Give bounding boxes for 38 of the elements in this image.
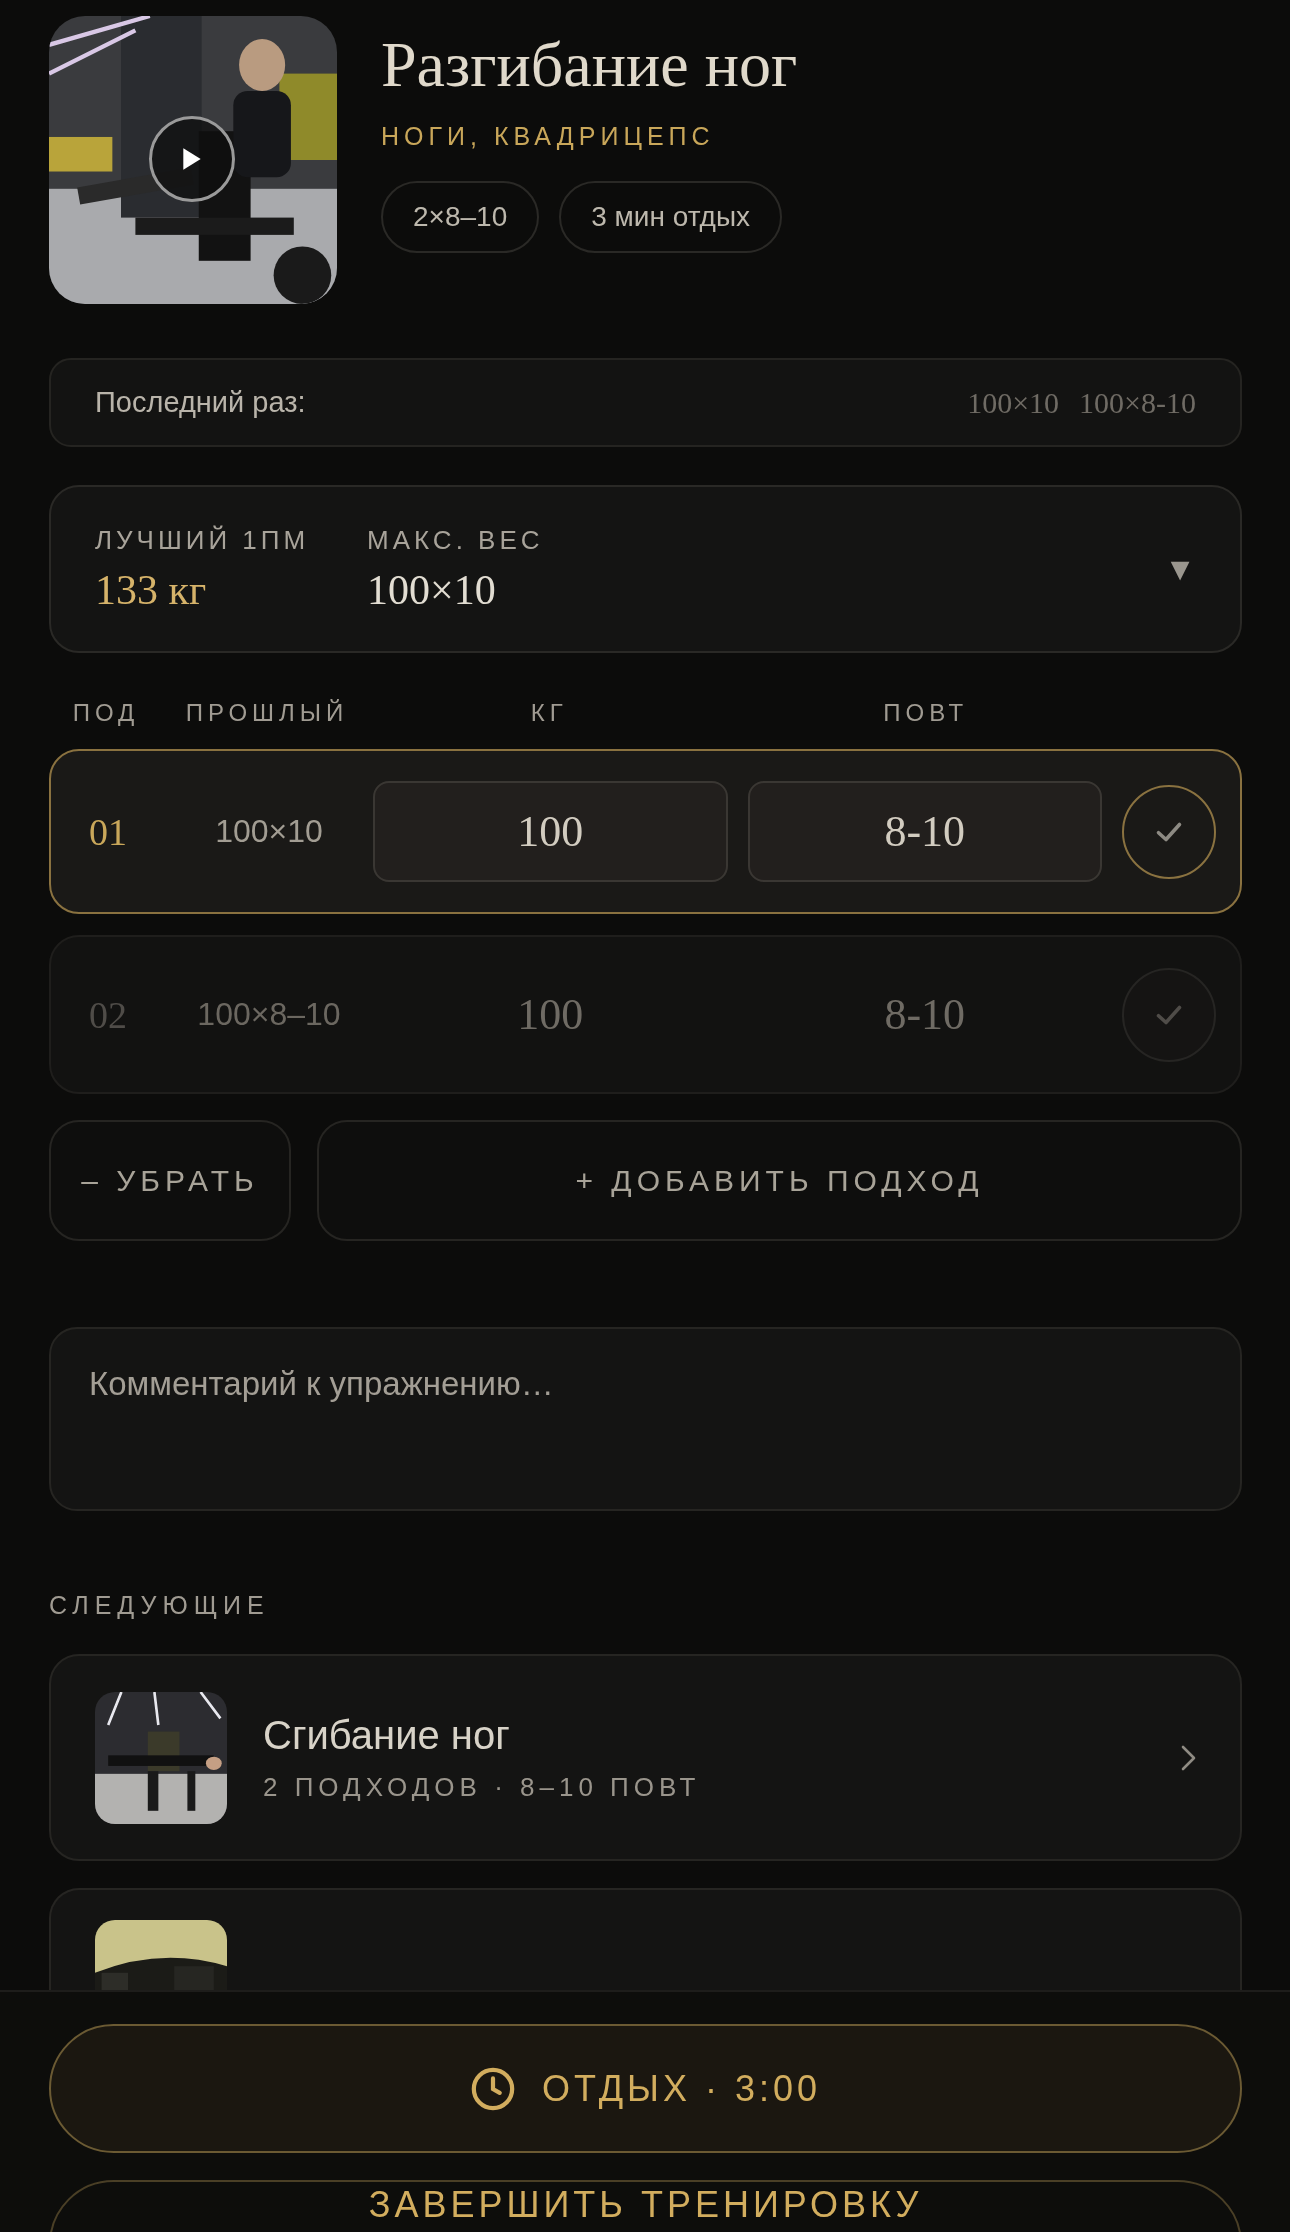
set-row[interactable]: 01 100×10 100 8-10 bbox=[49, 749, 1242, 914]
weight-field[interactable]: 100 bbox=[373, 781, 728, 882]
last-time-label: Последний раз: bbox=[95, 386, 306, 419]
next-exercise-card[interactable]: Сгибание ног 2 ПОДХОДОВ · 8–10 ПОВТ bbox=[49, 1654, 1242, 1861]
reps-value: 8-10 bbox=[883, 989, 967, 1040]
remove-set-button[interactable]: – УБРАТЬ bbox=[49, 1120, 291, 1241]
expand-toggle[interactable]: ▼ bbox=[1164, 550, 1196, 588]
finish-workout-button[interactable]: ЗАВЕРШИТЬ ТРЕНИРОВКУ bbox=[49, 2180, 1242, 2232]
exercise-title: Разгибание ног bbox=[381, 30, 798, 101]
add-set-button[interactable]: + ДОБАВИТЬ ПОДХОД bbox=[317, 1120, 1242, 1241]
next-exercise-card[interactable] bbox=[49, 1888, 1242, 1990]
previous-result: 100×10 bbox=[214, 813, 324, 850]
column-header: ПОД bbox=[71, 699, 141, 727]
stat-value: 100×10 bbox=[367, 565, 497, 614]
set-number: 02 bbox=[88, 992, 128, 1037]
clock-icon bbox=[469, 2065, 516, 2112]
muscle-groups: НОГИ, КВАДРИЦЕПС bbox=[381, 122, 798, 152]
reps-field[interactable]: 8-10 bbox=[747, 781, 1102, 882]
last-time-value: 100×10 bbox=[967, 385, 1060, 420]
set-number: 01 bbox=[88, 809, 128, 854]
column-header: КГ bbox=[529, 699, 569, 727]
set-row[interactable]: 02 100×8–10 100 8-10 bbox=[49, 935, 1242, 1094]
last-time-value: 100×8-10 bbox=[1079, 385, 1196, 420]
stat-label: МАКС. ВЕС bbox=[367, 524, 545, 556]
stat-value: 133 кг bbox=[95, 565, 208, 614]
chevron-right-icon bbox=[1181, 1744, 1196, 1771]
exercise-details: 2 ПОДХОДОВ · 8–10 ПОВТ bbox=[263, 1771, 702, 1803]
exercise-name: Сгибание ног bbox=[263, 1712, 511, 1758]
info-chip: 2×8–10 bbox=[381, 181, 540, 254]
column-header: ПОВТ bbox=[882, 699, 970, 727]
section-heading: СЛЕДУЮЩИЕ bbox=[49, 1591, 270, 1620]
info-chip: 3 мин отдых bbox=[559, 181, 783, 254]
previous-result: 100×8–10 bbox=[196, 996, 342, 1033]
rest-timer-button[interactable]: ОТДЫХ · 3:00 bbox=[49, 2024, 1242, 2153]
stat-label: ЛУЧШИЙ 1ПМ bbox=[95, 524, 311, 556]
column-header: ПРОШЛЫЙ bbox=[184, 699, 350, 727]
weight-value: 100 bbox=[516, 989, 585, 1040]
comment-field[interactable]: Комментарий к упражнению… bbox=[49, 1327, 1242, 1511]
